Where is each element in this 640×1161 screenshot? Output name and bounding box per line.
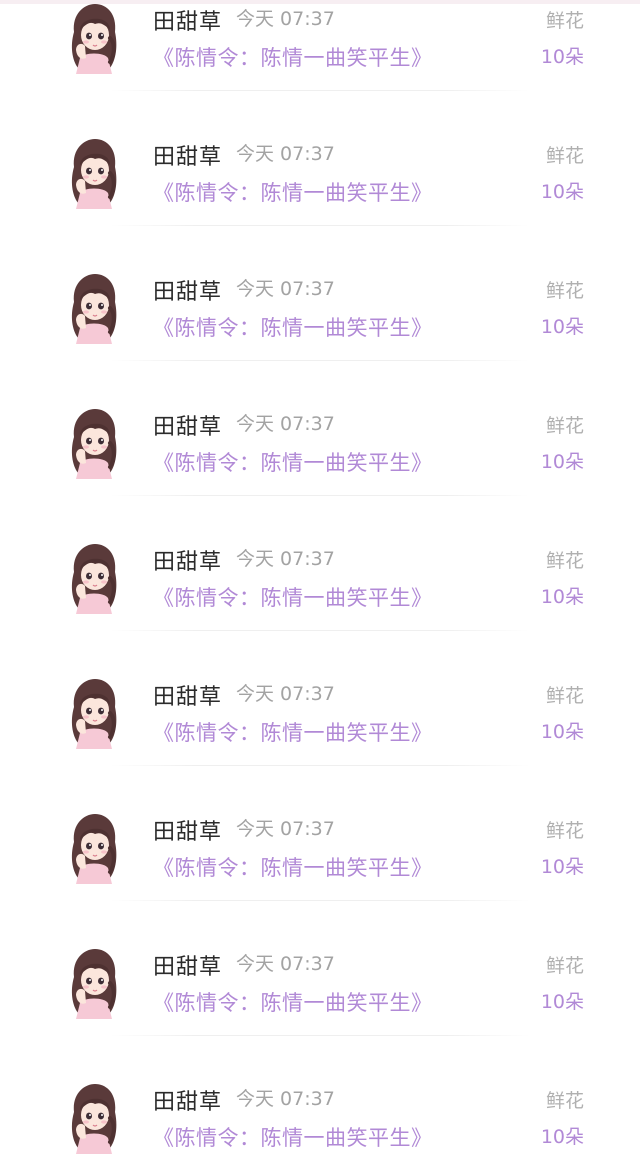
username[interactable]: 田甜草 <box>153 139 222 171</box>
gift-record-row[interactable]: 田甜草 今天 07:37 《陈情令：陈情一曲笑平生》 鲜花 10朵 <box>0 55 640 226</box>
gift-record-row[interactable]: 田甜草 今天 07:37 《陈情令：陈情一曲笑平生》 鲜花 10朵 <box>0 0 640 91</box>
username[interactable]: 田甜草 <box>153 949 222 981</box>
username[interactable]: 田甜草 <box>153 409 222 441</box>
username[interactable]: 田甜草 <box>153 1084 222 1116</box>
timestamp: 今天 07:37 <box>236 548 335 570</box>
gift-record-row[interactable]: 田甜草 今天 07:37 《陈情令：陈情一曲笑平生》 鲜花 10朵 <box>0 460 640 631</box>
gift-type-label: 鲜花 <box>545 415 584 437</box>
gift-record-row[interactable]: 田甜草 今天 07:37 《陈情令：陈情一曲笑平生》 鲜花 10朵 <box>0 325 640 496</box>
gift-type-label: 鲜花 <box>545 1090 584 1112</box>
gift-record-row[interactable]: 田甜草 今天 07:37 《陈情令：陈情一曲笑平生》 鲜花 10朵 <box>0 865 640 1036</box>
gift-type-label: 鲜花 <box>545 280 584 302</box>
gift-record-row[interactable]: 田甜草 今天 07:37 《陈情令：陈情一曲笑平生》 鲜花 10朵 <box>0 190 640 361</box>
gift-type-label: 鲜花 <box>545 955 584 977</box>
gift-record-row[interactable]: 田甜草 今天 07:37 《陈情令：陈情一曲笑平生》 鲜花 10朵 <box>0 730 640 901</box>
timestamp: 今天 07:37 <box>236 953 335 975</box>
gift-record-page: 田甜草 今天 07:37 《陈情令：陈情一曲笑平生》 鲜花 10朵 田甜草 今天… <box>0 0 640 1161</box>
username[interactable]: 田甜草 <box>153 274 222 306</box>
timestamp: 今天 07:37 <box>236 143 335 165</box>
gift-amount: 10朵 <box>540 1126 584 1148</box>
avatar-illustration <box>71 1084 117 1154</box>
gift-type-label: 鲜花 <box>545 685 584 707</box>
username[interactable]: 田甜草 <box>153 544 222 576</box>
timestamp: 今天 07:37 <box>236 818 335 840</box>
timestamp: 今天 07:37 <box>236 278 335 300</box>
girl-avatar-icon[interactable] <box>66 1082 122 1154</box>
username[interactable]: 田甜草 <box>153 814 222 846</box>
gift-type-label: 鲜花 <box>545 550 584 572</box>
timestamp: 今天 07:37 <box>236 683 335 705</box>
gift-type-label: 鲜花 <box>545 145 584 167</box>
username[interactable]: 田甜草 <box>153 4 222 36</box>
username[interactable]: 田甜草 <box>153 679 222 711</box>
gift-type-label: 鲜花 <box>545 10 584 32</box>
timestamp: 今天 07:37 <box>236 8 335 30</box>
book-title-link[interactable]: 《陈情令：陈情一曲笑平生》 <box>153 1122 433 1152</box>
gift-record-list[interactable]: 田甜草 今天 07:37 《陈情令：陈情一曲笑平生》 鲜花 10朵 田甜草 今天… <box>0 0 640 1154</box>
gift-record-row[interactable]: 田甜草 今天 07:37 《陈情令：陈情一曲笑平生》 鲜花 10朵 <box>0 1000 640 1154</box>
timestamp: 今天 07:37 <box>236 1088 335 1110</box>
gift-type-label: 鲜花 <box>545 820 584 842</box>
timestamp: 今天 07:37 <box>236 413 335 435</box>
gift-record-row[interactable]: 田甜草 今天 07:37 《陈情令：陈情一曲笑平生》 鲜花 10朵 <box>0 595 640 766</box>
